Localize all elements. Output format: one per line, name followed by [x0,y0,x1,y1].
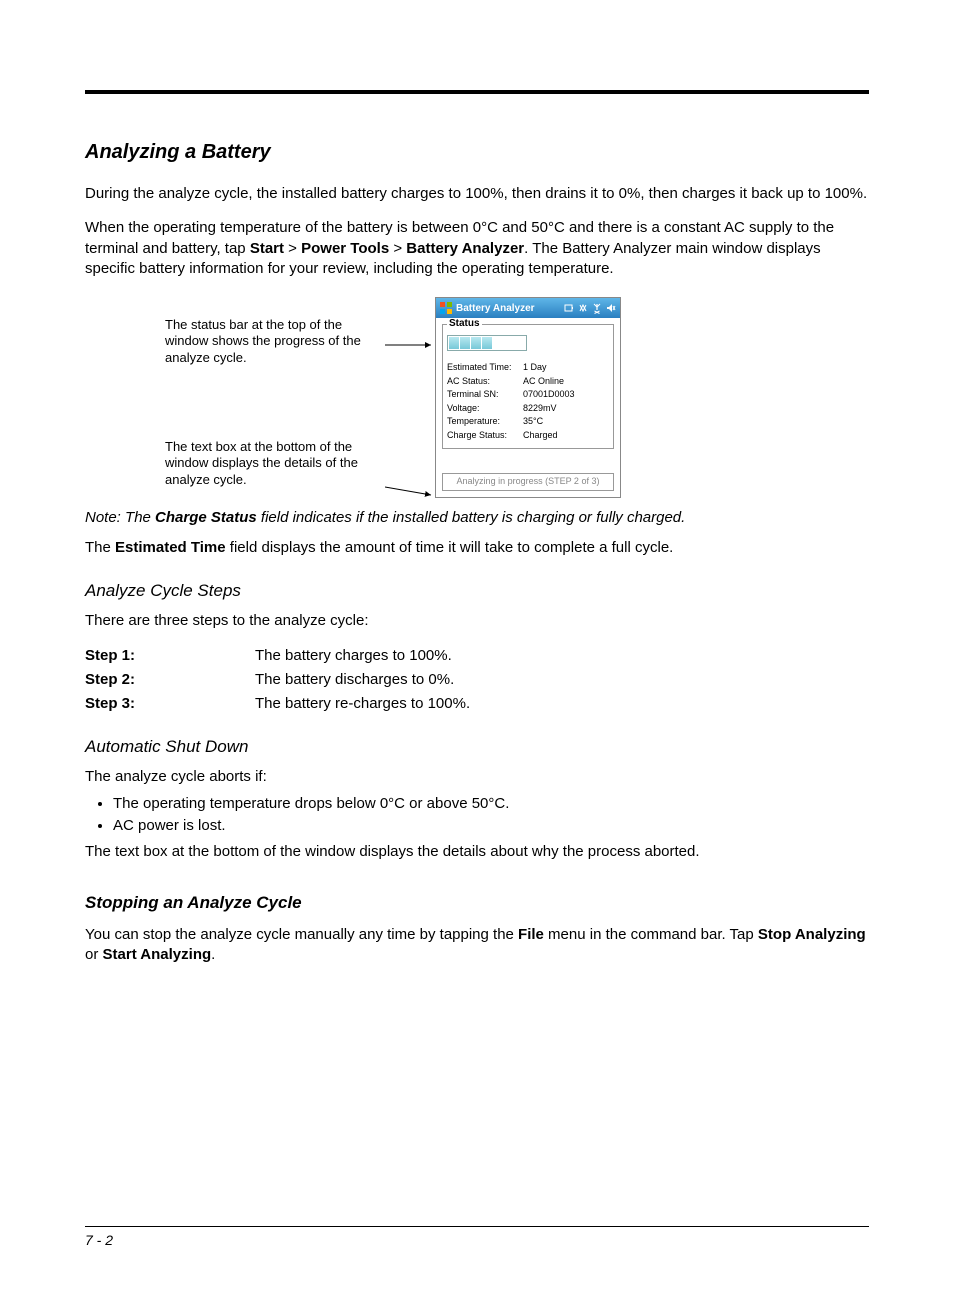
bullet-temp: The operating temperature drops below 0°… [113,794,869,814]
heading-automatic-shut-down: Automatic Shut Down [85,736,869,759]
arrows-column [385,297,435,498]
top-rule [85,90,869,94]
note-prefix: Note: [85,509,125,526]
text: The [85,539,115,556]
text: > [284,240,301,257]
cmd-start-analyzing: Start Analyzing [103,946,212,963]
heading-analyzing: Analyzing a Battery [85,139,869,166]
bullet-ac: AC power is lost. [113,816,869,836]
row-estimated-time: Estimated Time:1 Day [447,361,609,375]
para-auto-after: The text box at the bottom of the window… [85,842,869,862]
text: You can stop the analyze cycle manually … [85,926,518,943]
tray-battery-icon[interactable] [563,302,575,314]
tray-connectivity-icon[interactable] [577,302,589,314]
progress-bar [447,335,527,351]
para-stopping: You can stop the analyze cycle manually … [85,925,869,966]
para-auto-intro: The analyze cycle aborts if: [85,767,869,787]
app-title: Battery Analyzer [456,303,535,314]
step-3: Step 3:The battery re-charges to 100%. [85,694,869,714]
text: > [389,240,406,257]
heading-stopping: Stopping an Analyze Cycle [85,892,869,915]
step-1: Step 1:The battery charges to 100%. [85,646,869,666]
text: menu in the command bar. Tap [544,926,758,943]
callout-arrows-icon [385,297,435,517]
row-ac-status: AC Status:AC Online [447,375,609,389]
para-steps-intro: There are three steps to the analyze cyc… [85,611,869,631]
page-footer: 7 - 2 [85,1226,869,1250]
page-number: 7 - 2 [85,1232,113,1248]
progress-text-box: Analyzing in progress (STEP 2 of 3) [442,473,614,491]
row-temperature: Temperature:35°C [447,415,609,429]
menu-power-tools: Power Tools [301,240,389,257]
note-charge-status: Note: The Charge Status field indicates … [85,508,869,528]
text: The [125,509,155,526]
text: field indicates if the installed battery… [257,509,686,526]
menu-file: File [518,926,544,943]
para-intro-1: During the analyze cycle, the installed … [85,184,869,204]
app-window: Battery Analyzer Status Estimated Time:1… [435,297,621,498]
cmd-stop-analyzing: Stop Analyzing [758,926,866,943]
status-group: Status Estimated Time:1 Day AC Status:AC… [442,324,614,449]
callout-text-box: The text box at the bottom of the window… [165,439,385,488]
row-terminal-sn: Terminal SN:07001D0003 [447,388,609,402]
text: or [85,946,103,963]
figure-row: The status bar at the top of the window … [85,297,869,498]
abort-bullets: The operating temperature drops below 0°… [85,794,869,837]
step-2: Step 2:The battery discharges to 0%. [85,670,869,690]
status-legend: Status [447,318,482,329]
text: . [211,946,215,963]
info-table: Estimated Time:1 Day AC Status:AC Online… [447,361,609,442]
callouts-column: The status bar at the top of the window … [85,297,385,498]
steps-list: Step 1:The battery charges to 100%. Step… [85,646,869,715]
tray-speaker-icon[interactable] [605,302,617,314]
field-name: Estimated Time [115,539,226,556]
row-voltage: Voltage:8229mV [447,402,609,416]
text: field displays the amount of time it wil… [226,539,674,556]
row-charge-status: Charge Status:Charged [447,429,609,443]
titlebar: Battery Analyzer [436,298,620,318]
heading-analyze-cycle-steps: Analyze Cycle Steps [85,580,869,603]
callout-status-bar: The status bar at the top of the window … [165,317,385,366]
menu-start: Start [250,240,284,257]
menu-battery-analyzer: Battery Analyzer [406,240,524,257]
note-field-name: Charge Status [155,509,257,526]
para-estimated-time: The Estimated Time field displays the am… [85,538,869,558]
tray-antenna-icon[interactable] [591,302,603,314]
para-intro-2: When the operating temperature of the ba… [85,218,869,279]
windows-start-icon[interactable] [439,301,453,315]
